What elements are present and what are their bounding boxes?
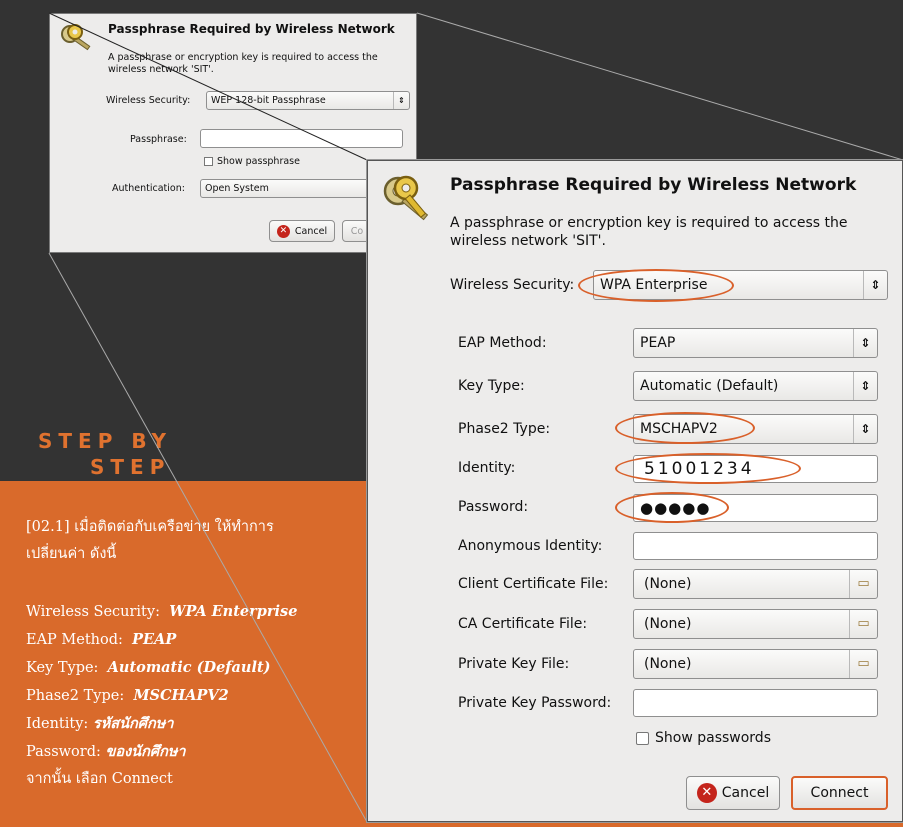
small-wireless-security-label: Wireless Security: bbox=[106, 95, 191, 106]
step-line-2: STEP bbox=[90, 455, 171, 479]
instr-eap-method: EAP Method: PEAP bbox=[26, 626, 366, 654]
client-certificate-value: (None) bbox=[644, 576, 692, 592]
dialog-title: Passphrase Required by Wireless Network bbox=[450, 175, 857, 195]
instr-password: Password: ของนักศึกษา bbox=[26, 738, 366, 766]
instr-wireless-security: Wireless Security: WPA Enterprise bbox=[26, 598, 366, 626]
eap-method-value: PEAP bbox=[640, 335, 676, 351]
instr-label: Password: bbox=[26, 744, 101, 760]
instructions: [02.1] เมื่อติดต่อกับเครือข่าย ให้ทำการ … bbox=[26, 514, 366, 793]
instr-final: จากนั้น เลือก Connect bbox=[26, 771, 173, 787]
passphrase-dialog: Passphrase Required by Wireless Network … bbox=[367, 160, 903, 822]
instr-key-type: Key Type: Automatic (Default) bbox=[26, 654, 366, 682]
eap-method-label: EAP Method: bbox=[458, 335, 547, 351]
small-passphrase-input[interactable] bbox=[200, 129, 403, 148]
checkbox[interactable] bbox=[636, 731, 649, 745]
show-passwords-toggle[interactable]: Show passwords bbox=[636, 730, 771, 746]
connect-button[interactable]: Connect bbox=[791, 776, 888, 810]
chevron-updown-icon: ⇕ bbox=[393, 92, 409, 109]
folder-icon: ▭ bbox=[849, 650, 877, 678]
ca-certificate-label: CA Certificate File: bbox=[458, 616, 588, 632]
small-passphrase-dialog: Passphrase Required by Wireless Network … bbox=[49, 13, 417, 253]
instr-label: Wireless Security: bbox=[26, 604, 160, 620]
instr-value: MSCHAPV2 bbox=[133, 687, 229, 704]
chevron-updown-icon: ⇕ bbox=[853, 415, 877, 443]
instr-phase2: Phase2 Type: MSCHAPV2 bbox=[26, 682, 366, 710]
chevron-updown-icon: ⇕ bbox=[863, 271, 887, 299]
highlight-phase2 bbox=[615, 412, 755, 444]
private-key-password-label: Private Key Password: bbox=[458, 695, 612, 711]
key-type-combo[interactable]: Automatic (Default) ⇕ bbox=[633, 371, 878, 401]
small-show-passphrase[interactable]: Show passphrase bbox=[204, 156, 300, 167]
identity-label: Identity: bbox=[458, 460, 516, 476]
highlight-password bbox=[615, 492, 729, 523]
step-by-step-heading: STEP BY STEP bbox=[38, 428, 172, 480]
small-authentication-value: Open System bbox=[205, 183, 269, 194]
client-certificate-chooser[interactable]: (None) ▭ bbox=[633, 569, 878, 599]
instruction-line-2: เปลี่ยนค่า ดังนี้ bbox=[26, 546, 117, 562]
cancel-label: Cancel bbox=[721, 785, 770, 801]
eap-method-combo[interactable]: PEAP ⇕ bbox=[633, 328, 878, 358]
highlight-wireless-security bbox=[578, 269, 734, 302]
instr-label: Identity: bbox=[26, 716, 89, 732]
instr-label: Key Type: bbox=[26, 660, 99, 676]
password-label: Password: bbox=[458, 499, 529, 515]
small-passphrase-label: Passphrase: bbox=[130, 134, 187, 145]
instr-value: Automatic (Default) bbox=[107, 659, 271, 676]
small-show-passphrase-label: Show passphrase bbox=[217, 156, 300, 167]
ca-certificate-chooser[interactable]: (None) ▭ bbox=[633, 609, 878, 639]
keys-icon bbox=[61, 24, 91, 51]
small-cancel-button[interactable]: ✕ Cancel bbox=[269, 220, 335, 242]
private-key-chooser[interactable]: (None) ▭ bbox=[633, 649, 878, 679]
small-dialog-description: A passphrase or encryption key is requir… bbox=[108, 52, 378, 75]
private-key-value: (None) bbox=[644, 656, 692, 672]
instr-value: รหัสนักศึกษา bbox=[92, 715, 174, 732]
instr-label: EAP Method: bbox=[26, 632, 123, 648]
instr-identity: Identity: รหัสนักศึกษา bbox=[26, 710, 366, 738]
ca-certificate-value: (None) bbox=[644, 616, 692, 632]
cancel-icon: ✕ bbox=[696, 783, 717, 803]
folder-icon: ▭ bbox=[849, 610, 877, 638]
chevron-updown-icon: ⇕ bbox=[853, 372, 877, 400]
small-wireless-security-combo[interactable]: WEP 128-bit Passphrase ⇕ bbox=[206, 91, 410, 110]
wireless-security-label: Wireless Security: bbox=[450, 277, 575, 293]
anonymous-identity-input[interactable] bbox=[633, 532, 878, 560]
keys-icon bbox=[383, 175, 429, 221]
private-key-label: Private Key File: bbox=[458, 656, 570, 672]
instr-value: PEAP bbox=[132, 631, 177, 648]
cancel-button[interactable]: ✕ Cancel bbox=[686, 776, 780, 810]
chevron-updown-icon: ⇕ bbox=[853, 329, 877, 357]
instr-value: ของนักศึกษา bbox=[105, 743, 186, 760]
dialog-description: A passphrase or encryption key is requir… bbox=[450, 215, 848, 249]
client-certificate-label: Client Certificate File: bbox=[458, 576, 609, 592]
private-key-password-input[interactable] bbox=[633, 689, 878, 717]
instr-label: Phase2 Type: bbox=[26, 688, 125, 704]
key-type-label: Key Type: bbox=[458, 378, 525, 394]
instruction-heading: [02.1] เมื่อติดต่อกับเครือข่าย ให้ทำการ … bbox=[26, 514, 366, 568]
anonymous-identity-label: Anonymous Identity: bbox=[458, 538, 603, 554]
small-authentication-label: Authentication: bbox=[112, 183, 185, 194]
checkbox[interactable] bbox=[204, 157, 213, 166]
cancel-icon: ✕ bbox=[276, 224, 290, 238]
instruction-line-1: [02.1] เมื่อติดต่อกับเครือข่าย ให้ทำการ bbox=[26, 519, 274, 535]
phase2-type-label: Phase2 Type: bbox=[458, 421, 551, 437]
small-dialog-title: Passphrase Required by Wireless Network bbox=[108, 22, 395, 36]
small-wireless-security-value: WEP 128-bit Passphrase bbox=[211, 95, 326, 106]
small-cancel-label: Cancel bbox=[294, 225, 328, 237]
instr-value: WPA Enterprise bbox=[169, 603, 298, 620]
folder-icon: ▭ bbox=[849, 570, 877, 598]
highlight-identity bbox=[615, 453, 801, 484]
key-type-value: Automatic (Default) bbox=[640, 378, 779, 394]
step-line-1: STEP BY bbox=[38, 429, 172, 453]
show-passwords-label: Show passwords bbox=[655, 730, 771, 746]
